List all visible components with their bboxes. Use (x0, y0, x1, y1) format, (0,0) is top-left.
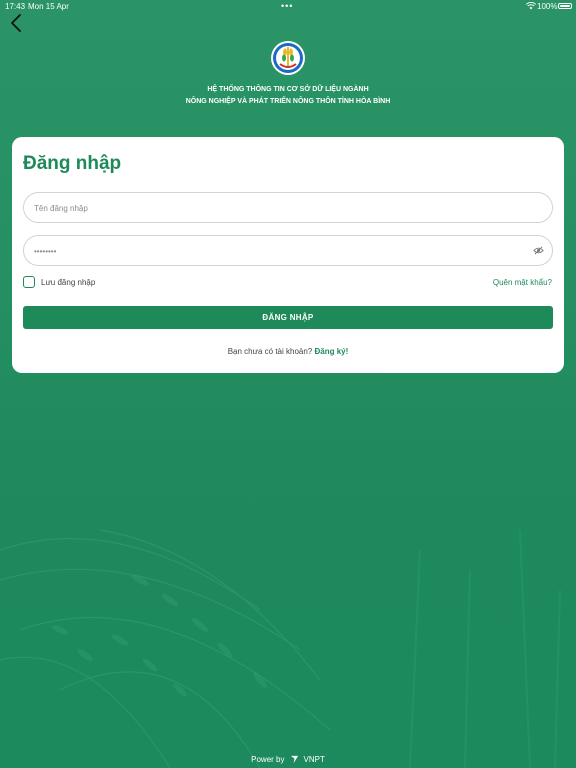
rice-field-background (0, 529, 561, 768)
multitask-dots[interactable]: ••• (281, 1, 293, 11)
power-by-text: Power by (251, 755, 285, 764)
forgot-password-link[interactable]: Quên mật khẩu? (493, 278, 552, 287)
system-title-line2: NÔNG NGHIỆP VÀ PHÁT TRIỂN NÔNG THÔN TỈNH… (185, 98, 391, 105)
status-date: Mon 15 Apr (28, 2, 69, 11)
login-card: Đăng nhập Lưu đăng nhập Quên mật khẩu? Đ… (12, 137, 564, 373)
eye-slash-icon[interactable] (533, 245, 544, 256)
wifi-icon (526, 2, 536, 10)
login-title: Đăng nhập (23, 153, 122, 174)
battery-percentage: 100% (537, 2, 558, 11)
status-time: 17:43 (5, 2, 26, 11)
password-input[interactable] (34, 242, 514, 260)
remember-label[interactable]: Lưu đăng nhập (41, 278, 95, 287)
brand-name: VNPT (303, 755, 325, 764)
password-field[interactable] (23, 235, 553, 266)
username-field[interactable] (23, 192, 553, 223)
system-title: HỆ THỐNG THÔNG TIN CƠ SỞ DỮ LIỆU NGÀNH N… (0, 84, 576, 108)
battery-icon (558, 3, 572, 9)
username-input[interactable] (34, 199, 514, 217)
footer: Power by VNPT (0, 755, 576, 764)
system-title-line1: HỆ THỐNG THÔNG TIN CƠ SỞ DỮ LIỆU NGÀNH (207, 86, 369, 93)
remember-checkbox[interactable] (23, 276, 35, 288)
vnpt-logo-icon (290, 755, 298, 764)
signup-link[interactable]: Đăng ký! (314, 347, 348, 356)
status-bar: 17:43 Mon 15 Apr ••• 100% (0, 0, 576, 12)
back-chevron-icon[interactable] (8, 12, 26, 34)
no-account-text: Bạn chưa có tài khoản? (227, 347, 313, 356)
signup-prompt: Bạn chưa có tài khoản? Đăng ký! (12, 347, 564, 356)
login-button[interactable]: ĐĂNG NHẬP (23, 306, 553, 329)
ministry-logo (271, 41, 305, 75)
